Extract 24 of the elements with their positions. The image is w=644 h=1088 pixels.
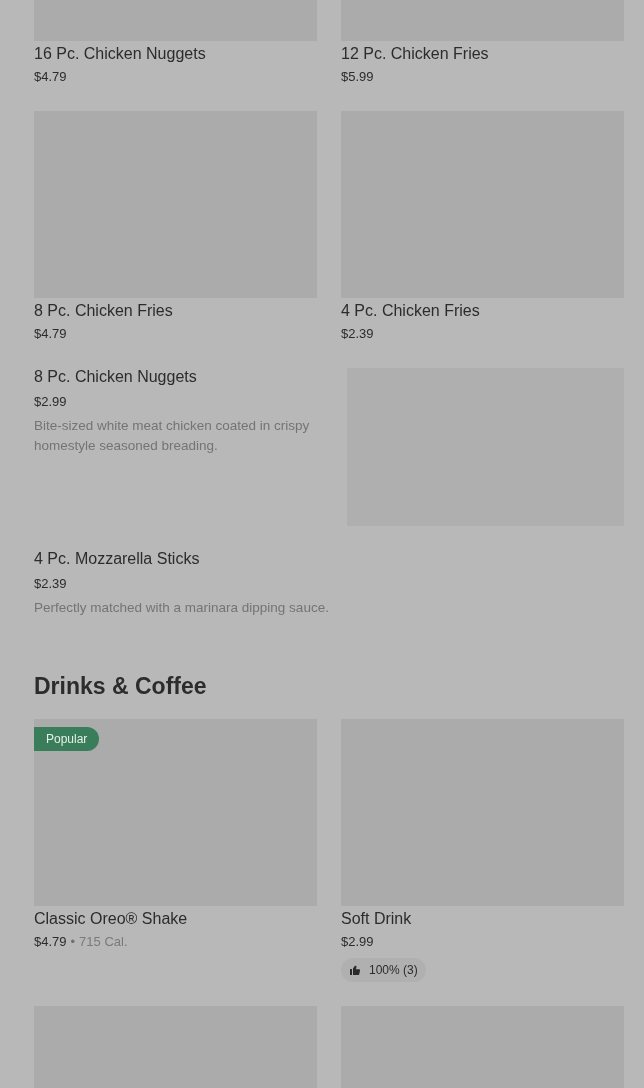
item-price: $2.39 [34,576,68,592]
item-price: $4.79 [34,934,67,950]
item-price: $2.39 [341,326,374,342]
thumbs-up-icon [349,964,361,976]
rating-text: 100% (3) [369,962,418,979]
item-title[interactable]: Soft Drink [341,910,624,928]
item-title[interactable]: 12 Pc. Chicken Fries [341,45,624,63]
item-description: Perfectly matched with a marinara dipping sauce. [34,599,330,617]
item-title[interactable]: 8 Pc. Chicken Fries [34,302,317,320]
item-title[interactable]: 4 Pc. Mozzarella Sticks [34,550,624,568]
item-price: $5.99 [341,69,374,85]
item-title[interactable]: 8 Pc. Chicken Nuggets [34,368,335,386]
section-heading: Drinks & Coffee [34,672,208,700]
item-price: $2.99 [34,394,68,410]
item-title[interactable]: 16 Pc. Chicken Nuggets [34,45,317,63]
item-title[interactable]: 4 Pc. Chicken Fries [341,302,624,320]
item-price: $2.99 [341,934,374,950]
popular-badge: Popular [34,727,100,751]
item-calories: 715 Cal. [79,934,128,950]
separator-dot: • [70,934,76,950]
item-price: $4.79 [34,326,67,342]
item-title[interactable]: Classic Oreo® Shake [34,910,317,928]
item-price: $4.79 [34,69,67,85]
item-description: Bite-sized white meat chicken coated in crispy homestyle seasoned breading. [34,417,311,455]
